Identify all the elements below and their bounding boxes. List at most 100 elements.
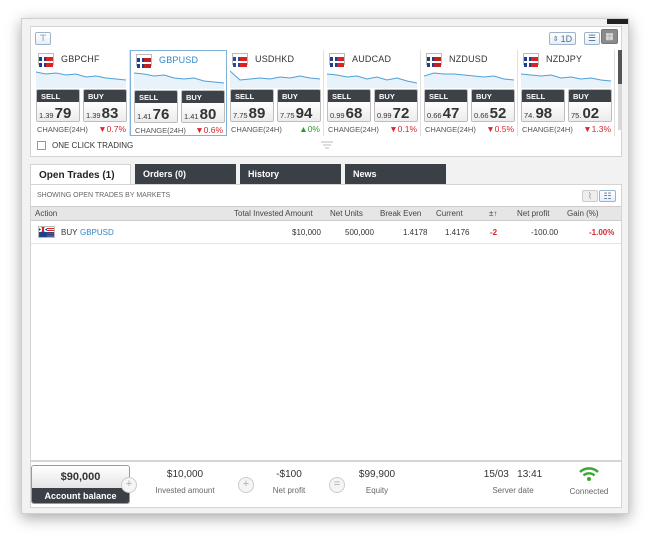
- change-value: ▼1.3%: [583, 124, 611, 134]
- tab-orders[interactable]: Orders (0): [135, 164, 236, 184]
- table-header: Action Total Invested Amount Net Units B…: [31, 206, 621, 221]
- market-tile-audcad[interactable]: AUDCAD SELL 0.99 68 BUY 0.99 72 CHANGE(24H) ▼0.1…: [324, 50, 421, 136]
- one-click-checkbox[interactable]: [37, 141, 46, 150]
- sell-button[interactable]: SELL 7.75 89: [230, 89, 274, 122]
- col-pips[interactable]: ±↑: [489, 209, 497, 218]
- chart-view-button[interactable]: ⌇: [582, 190, 598, 202]
- equals-icon: =: [329, 477, 345, 493]
- market-symbol: GBPCHF: [61, 54, 100, 64]
- list-view-button[interactable]: ☰: [584, 32, 600, 45]
- buy-price-small: 1.39: [86, 111, 101, 120]
- sell-button[interactable]: SELL 0.99 68: [327, 89, 371, 122]
- filter-button[interactable]: ⊤: [35, 32, 51, 45]
- buy-button[interactable]: BUY 7.75 94: [277, 89, 321, 122]
- buy-price-big: 80: [199, 106, 217, 123]
- plus-icon: +: [121, 477, 137, 493]
- row-units: 500,000: [345, 228, 374, 237]
- buy-label: BUY: [375, 90, 417, 102]
- tiles-scrollbar[interactable]: [618, 50, 622, 130]
- col-current[interactable]: Current: [436, 209, 463, 218]
- sell-button[interactable]: SELL 0.66 47: [424, 89, 468, 122]
- row-pips: -2: [490, 228, 498, 237]
- change-value: ▼0.7%: [98, 124, 126, 134]
- sell-price-small: 1.39: [39, 111, 54, 120]
- arrow-up-icon: ▲: [299, 124, 308, 134]
- row-gain: -1.00%: [589, 228, 615, 237]
- buy-button[interactable]: BUY 1.39 83: [83, 89, 127, 122]
- market-tile-gbpchf[interactable]: GBPCHF SELL 1.39 79 BUY 1.39 83 CHANGE(24H) ▼0.7…: [33, 50, 130, 136]
- change-percent: 0.5%: [494, 124, 514, 134]
- gbpusd-flag-icon: [38, 226, 55, 238]
- connection-label: Connected: [569, 487, 609, 496]
- balance-value: $90,000: [32, 466, 129, 488]
- collapse-handle-icon[interactable]: [319, 138, 335, 150]
- sparkline: [230, 70, 320, 88]
- table-row[interactable]: BUY GBPUSD $10,000 500,000 1.4178 1.4176…: [31, 221, 621, 244]
- sell-button[interactable]: SELL 1.41 76: [134, 90, 178, 123]
- tab-history[interactable]: History: [240, 164, 341, 184]
- showing-label: SHOWING OPEN TRADES BY MARKETS: [37, 192, 171, 199]
- sell-price-big: 79: [54, 105, 72, 122]
- buy-price-small: 0.66: [474, 111, 489, 120]
- row-break-even: 1.4178: [403, 228, 428, 237]
- market-symbol: AUDCAD: [352, 54, 392, 64]
- row-invested: $10,000: [292, 228, 321, 237]
- invested-amount: $10,000 Invested amount: [141, 469, 229, 495]
- group-view-button[interactable]: ☷: [599, 190, 616, 202]
- buy-button[interactable]: BUY 1.41 80: [181, 90, 225, 123]
- sell-button[interactable]: SELL 74. 98: [521, 89, 565, 122]
- tab-label: History: [248, 169, 280, 179]
- currency-flag-icon: [523, 53, 539, 67]
- scrollbar-thumb[interactable]: [618, 50, 622, 84]
- market-symbol: NZDUSD: [449, 54, 488, 64]
- col-units[interactable]: Net Units: [330, 209, 363, 218]
- tab-open-trades[interactable]: Open Trades (1): [30, 164, 131, 184]
- tab-news[interactable]: News: [345, 164, 446, 184]
- sell-label: SELL: [328, 90, 370, 102]
- server-time: 13:41: [517, 469, 543, 480]
- timeframe-button[interactable]: ⇕ 1D: [549, 32, 576, 45]
- market-tiles: GBPCHF SELL 1.39 79 BUY 1.39 83 CHANGE(24H) ▼0.7…: [33, 50, 617, 136]
- sell-button[interactable]: SELL 1.39 79: [36, 89, 80, 122]
- buy-button[interactable]: BUY 75. 02: [568, 89, 612, 122]
- net-profit: -$100 Net profit: [257, 469, 321, 495]
- timeframe-label: 1D: [560, 33, 573, 44]
- market-symbol: USDHKD: [255, 54, 295, 64]
- one-click-trading[interactable]: ONE CLICK TRADING: [37, 141, 133, 150]
- buy-price-big: 72: [392, 105, 410, 122]
- sell-price-big: 76: [152, 106, 170, 123]
- col-net-profit[interactable]: Net profit: [517, 209, 549, 218]
- change-label: CHANGE(24H): [425, 125, 476, 134]
- col-invested[interactable]: Total Invested Amount: [234, 209, 313, 218]
- sparkline: [424, 72, 514, 88]
- invested-label: Invested amount: [155, 486, 215, 495]
- row-net-profit: -100.00: [531, 228, 559, 237]
- col-gain[interactable]: Gain (%): [567, 209, 599, 218]
- connection-status: Connected: [559, 466, 619, 496]
- market-tile-nzdjpy[interactable]: NZDJPY SELL 74. 98 BUY 75. 02 CHANGE(24H) ▼1.3%: [518, 50, 615, 136]
- buy-label: BUY: [182, 91, 224, 103]
- col-break-even[interactable]: Break Even: [380, 209, 421, 218]
- market-tile-gbpusd[interactable]: GBPUSD SELL 1.41 76 BUY 1.41 80 CHANGE(24H) ▼0.6…: [130, 50, 227, 136]
- market-tile-nzdusd[interactable]: NZDUSD SELL 0.66 47 BUY 0.66 52 CHANGE(24H) ▼0.5…: [421, 50, 518, 136]
- sparkline: [36, 71, 126, 88]
- change-value: ▼0.5%: [486, 124, 514, 134]
- updown-icon: ⇕: [552, 35, 559, 43]
- account-balance-button[interactable]: $90,000 Account balance: [31, 465, 130, 504]
- sell-price-big: 98: [535, 105, 553, 122]
- currency-flag-icon: [38, 53, 54, 67]
- list-view-icon: ☰: [587, 33, 597, 43]
- arrow-down-icon: ▼: [195, 125, 204, 135]
- buy-button[interactable]: BUY 0.66 52: [471, 89, 515, 122]
- buy-button[interactable]: BUY 0.99 72: [374, 89, 418, 122]
- trading-window: ⊤ ⇕ 1D ☰ ▦ GBPCHF SELL 1.39 79 BUY 1.39 83 CHAN…: [21, 18, 629, 514]
- market-tile-usdhkd[interactable]: USDHKD SELL 7.75 89 BUY 7.75 94 CHANGE(24H) ▲0%: [227, 50, 324, 136]
- sparkline: [327, 73, 417, 88]
- market-symbol: GBPUSD: [159, 55, 199, 65]
- server-date-label: Server date: [492, 486, 534, 495]
- grid-view-icon: ▦: [605, 31, 614, 41]
- row-symbol-link[interactable]: GBPUSD: [80, 228, 114, 237]
- col-action[interactable]: Action: [35, 209, 57, 218]
- grid-view-button[interactable]: ▦: [601, 29, 618, 44]
- wifi-icon: [559, 466, 619, 484]
